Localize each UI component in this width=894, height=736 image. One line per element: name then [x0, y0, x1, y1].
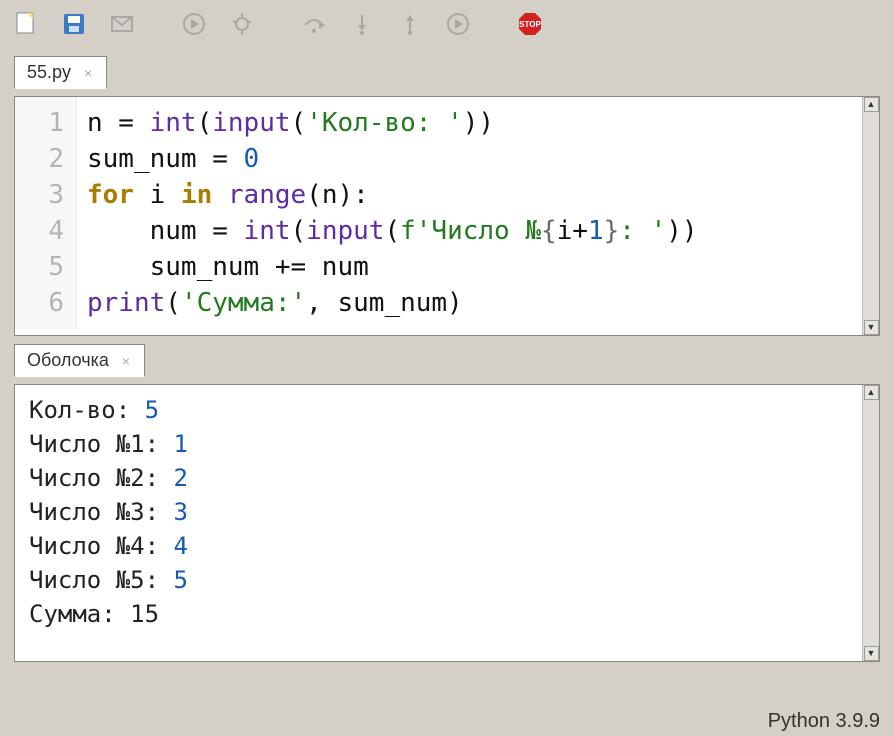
shell-tab-bar: Оболочка ×: [14, 344, 894, 377]
line-number: 1: [15, 105, 64, 141]
run-icon[interactable]: [178, 8, 210, 40]
shell-output[interactable]: Кол-во: 5 Число №1: 1 Число №2: 2 Число …: [15, 385, 879, 639]
editor-tab[interactable]: 55.py ×: [14, 56, 107, 89]
shell-line: Число №1: 1: [29, 427, 865, 461]
shell-line: Число №3: 3: [29, 495, 865, 529]
debug-icon[interactable]: [226, 8, 258, 40]
svg-text:STOP: STOP: [519, 20, 541, 29]
line-number: 2: [15, 141, 64, 177]
line-number: 4: [15, 213, 64, 249]
editor-scrollbar[interactable]: ▲ ▼: [862, 97, 879, 335]
shell-line: Число №4: 4: [29, 529, 865, 563]
scroll-up-icon[interactable]: ▲: [864, 97, 879, 112]
scroll-down-icon[interactable]: ▼: [864, 646, 879, 661]
stop-icon[interactable]: STOP: [514, 8, 546, 40]
shell-line: Число №2: 2: [29, 461, 865, 495]
shell-line: Сумма: 15: [29, 597, 865, 631]
shell-scrollbar[interactable]: ▲ ▼: [862, 385, 879, 661]
line-number: 3: [15, 177, 64, 213]
shell-line: Число №5: 5: [29, 563, 865, 597]
python-version: Python 3.9.9: [768, 710, 880, 733]
continue-icon[interactable]: [442, 8, 474, 40]
step-into-icon[interactable]: [346, 8, 378, 40]
editor-tab-label: 55.py: [27, 62, 71, 82]
scroll-down-icon[interactable]: ▼: [864, 320, 879, 335]
shell-panel: Кол-во: 5 Число №1: 1 Число №2: 2 Число …: [14, 384, 880, 662]
close-icon[interactable]: ×: [122, 353, 130, 369]
code-content[interactable]: n = int(input('Кол-во: ')) sum_num = 0 f…: [77, 97, 708, 329]
step-over-icon[interactable]: [298, 8, 330, 40]
step-out-icon[interactable]: [394, 8, 426, 40]
scroll-up-icon[interactable]: ▲: [864, 385, 879, 400]
shell-tab-label: Оболочка: [27, 350, 109, 370]
save-icon[interactable]: [58, 8, 90, 40]
editor-tab-bar: 55.py ×: [14, 56, 894, 89]
new-file-icon[interactable]: [10, 8, 42, 40]
line-number: 5: [15, 249, 64, 285]
shell-line: Кол-во: 5: [29, 393, 865, 427]
close-icon[interactable]: ×: [84, 65, 92, 81]
code-editor: 1 2 3 4 5 6 n = int(input('Кол-во: ')) s…: [14, 96, 880, 336]
line-gutter: 1 2 3 4 5 6: [15, 97, 77, 329]
shell-tab[interactable]: Оболочка ×: [14, 344, 145, 377]
line-number: 6: [15, 285, 64, 321]
mail-icon[interactable]: [106, 8, 138, 40]
status-bar: Python 3.9.9: [768, 706, 880, 736]
toolbar: STOP: [0, 0, 894, 48]
